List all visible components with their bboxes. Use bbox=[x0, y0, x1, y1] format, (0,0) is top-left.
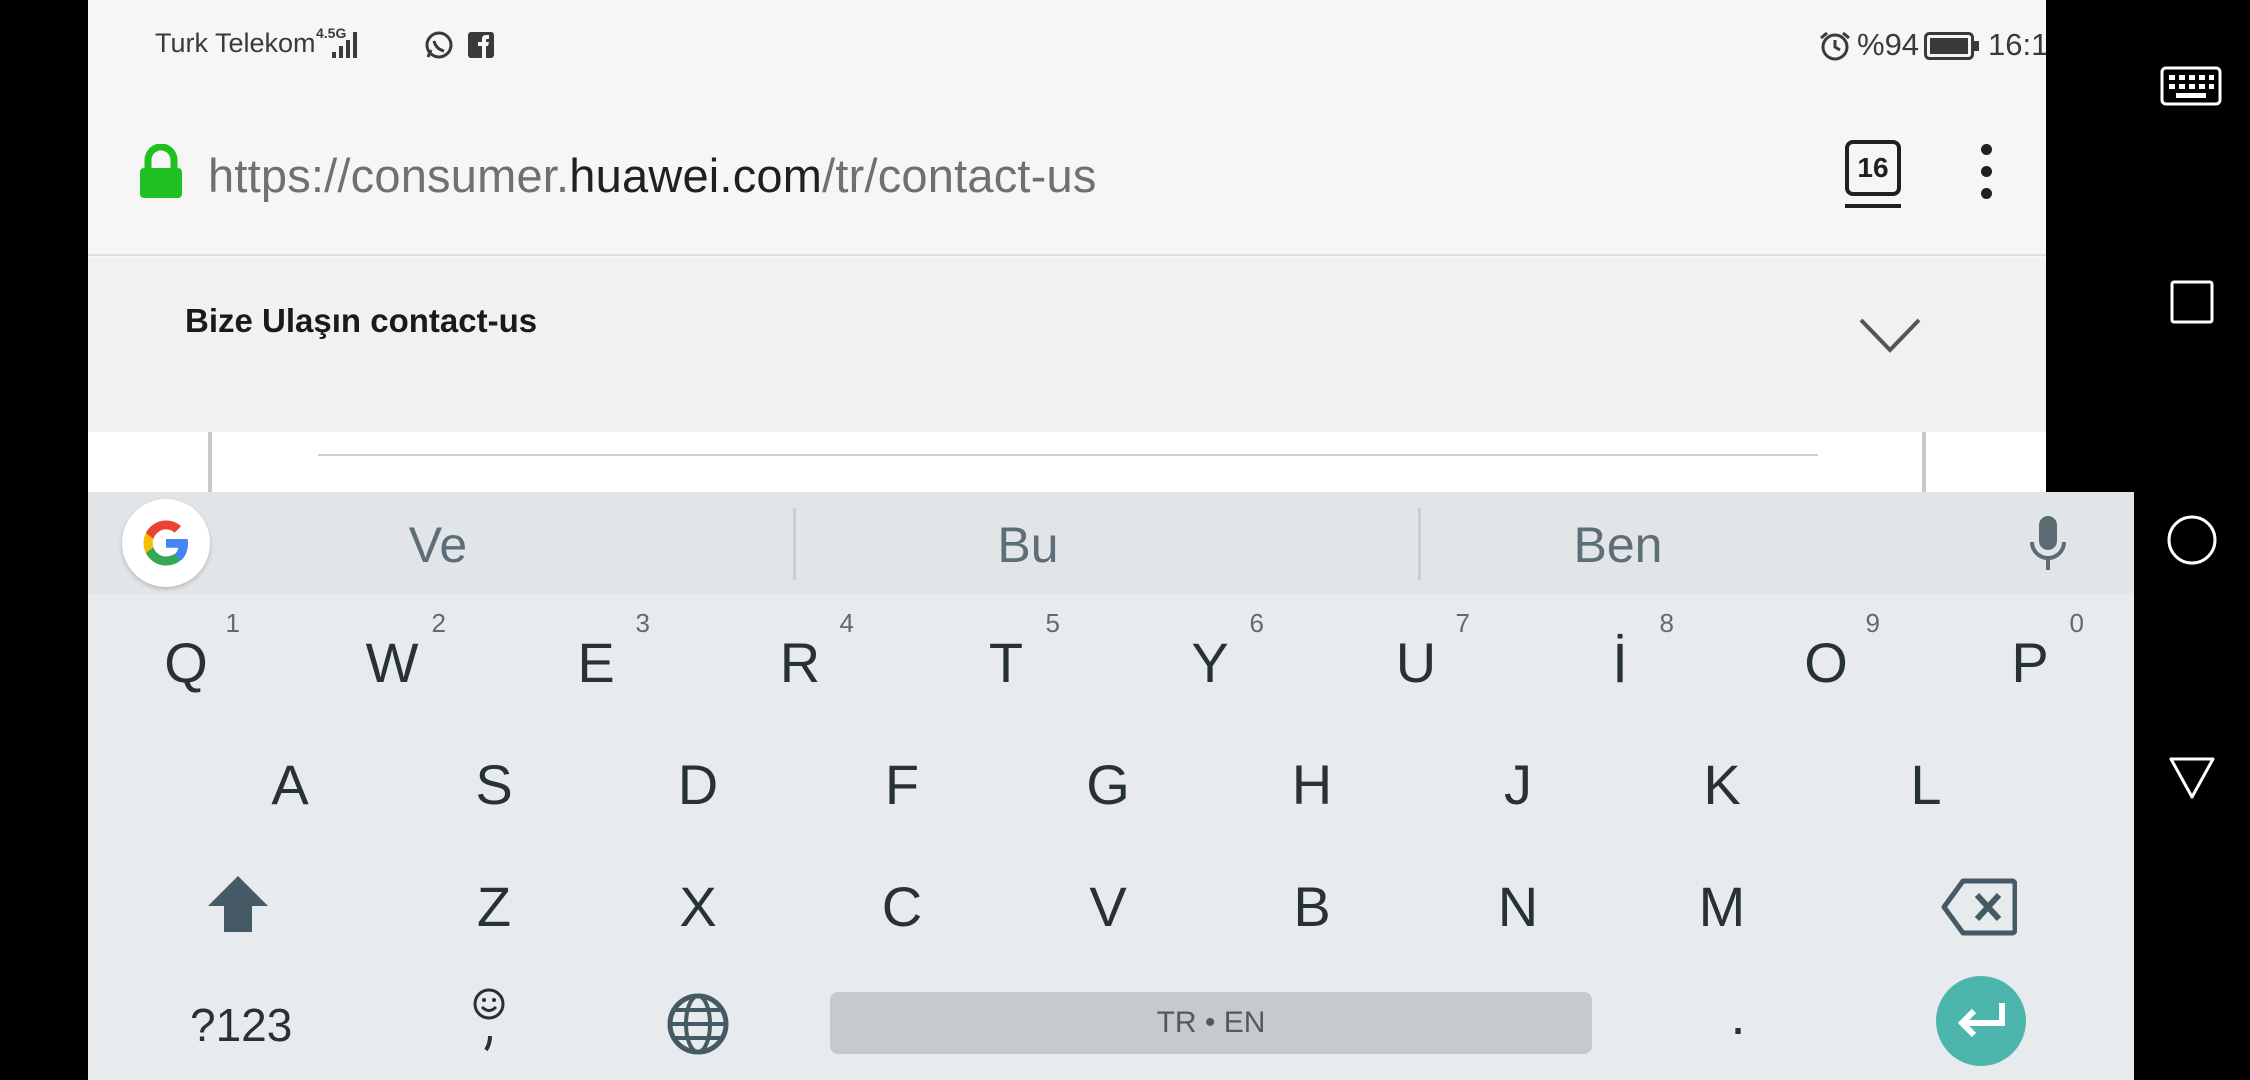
key-h[interactable]: H bbox=[1252, 752, 1372, 817]
key-hint: 3 bbox=[635, 608, 650, 638]
key-label: P bbox=[2011, 631, 2049, 694]
key-label: W bbox=[365, 631, 419, 694]
key-hint: 1 bbox=[225, 608, 240, 638]
signal-icon bbox=[332, 32, 357, 58]
content-card bbox=[208, 432, 1926, 492]
key-p[interactable]: P0 bbox=[1970, 608, 2090, 695]
suggestion-divider bbox=[793, 508, 796, 580]
key-label: E bbox=[577, 631, 615, 694]
facebook-icon bbox=[468, 32, 494, 58]
key-f[interactable]: F bbox=[842, 752, 962, 817]
emoji-comma-icon[interactable] bbox=[472, 988, 506, 1052]
period-key[interactable]: . bbox=[1708, 982, 1768, 1047]
key-u[interactable]: U7 bbox=[1356, 608, 1476, 695]
status-bar: Turk Telekom 4.5G %94 16:1 bbox=[88, 0, 2046, 92]
suggestion-2[interactable]: Bu bbox=[858, 516, 1198, 574]
key-v[interactable]: V bbox=[1048, 874, 1168, 939]
key-hint: 9 bbox=[1865, 608, 1880, 638]
navigation-bar bbox=[2134, 0, 2250, 1080]
keyboard-icon[interactable] bbox=[2160, 66, 2222, 110]
key-label: Y bbox=[1191, 631, 1229, 694]
page-title: Bize Ulaşın contact-us bbox=[185, 302, 538, 339]
clock: 16:1 bbox=[1988, 27, 2046, 62]
key-d[interactable]: D bbox=[638, 752, 758, 817]
key-z[interactable]: Z bbox=[434, 874, 554, 939]
key-q[interactable]: Q1 bbox=[126, 608, 246, 695]
key-e[interactable]: E3 bbox=[536, 608, 656, 695]
key-c[interactable]: C bbox=[842, 874, 962, 939]
key-hint: 4 bbox=[839, 608, 854, 638]
content-divider bbox=[318, 454, 1818, 456]
key-l[interactable]: L bbox=[1866, 752, 1986, 817]
key-i-dotted[interactable]: İ8 bbox=[1560, 608, 1680, 695]
key-s[interactable]: S bbox=[434, 752, 554, 817]
key-n[interactable]: N bbox=[1458, 874, 1578, 939]
key-label: Q bbox=[164, 631, 208, 694]
symbols-key[interactable]: ?123 bbox=[190, 998, 292, 1052]
suggestion-bar: Ve Bu Ben bbox=[88, 492, 2134, 594]
google-g-icon bbox=[143, 520, 188, 566]
url-path: /tr/contact-us bbox=[822, 149, 1097, 202]
more-options-icon[interactable] bbox=[1976, 144, 1996, 200]
battery-icon bbox=[1924, 32, 1979, 60]
back-icon[interactable] bbox=[2168, 756, 2216, 800]
enter-icon bbox=[1957, 1003, 2005, 1038]
key-hint: 0 bbox=[2069, 608, 2084, 638]
suggestion-3[interactable]: Ben bbox=[1448, 516, 1788, 574]
browser-window: Turk Telekom 4.5G %94 16:1 https://consu… bbox=[88, 0, 2046, 492]
key-g[interactable]: G bbox=[1048, 752, 1168, 817]
url-text[interactable]: https://consumer.huawei.com/tr/contact-u… bbox=[208, 148, 1097, 203]
home-icon[interactable] bbox=[2166, 514, 2218, 566]
enter-button[interactable] bbox=[1936, 976, 2026, 1066]
key-hint: 2 bbox=[431, 608, 446, 638]
key-hint: 8 bbox=[1659, 608, 1674, 638]
chevron-down-icon[interactable] bbox=[1858, 316, 1922, 356]
suggestion-divider bbox=[1418, 508, 1421, 580]
microphone-icon[interactable] bbox=[2028, 514, 2068, 574]
whatsapp-icon bbox=[425, 31, 453, 59]
backspace-icon[interactable] bbox=[1941, 878, 2017, 936]
battery-percentage: %94 bbox=[1857, 27, 1920, 62]
onscreen-keyboard: Ve Bu Ben Q1 W2 E3 R4 T5 Y6 U7 İ8 O9 P0 … bbox=[88, 492, 2134, 1080]
key-j[interactable]: J bbox=[1458, 752, 1578, 817]
key-o[interactable]: O9 bbox=[1766, 608, 1886, 695]
url-bar[interactable]: https://consumer.huawei.com/tr/contact-u… bbox=[88, 92, 2046, 256]
page-content bbox=[88, 432, 2046, 492]
alarm-icon bbox=[1820, 31, 1850, 61]
key-label: O bbox=[1804, 631, 1848, 694]
key-label: R bbox=[779, 631, 821, 694]
url-prefix: https://consumer. bbox=[208, 149, 570, 202]
tab-switcher-button[interactable]: 16 bbox=[1845, 140, 1901, 196]
key-r[interactable]: R4 bbox=[740, 608, 860, 695]
key-a[interactable]: A bbox=[230, 752, 350, 817]
key-label: İ bbox=[1612, 631, 1628, 694]
page-section-header[interactable]: Bize Ulaşın contact-us bbox=[88, 258, 2046, 432]
carrier-name: Turk Telekom bbox=[155, 28, 316, 58]
space-bar[interactable]: TR • EN bbox=[830, 992, 1592, 1054]
shift-icon[interactable] bbox=[206, 874, 270, 934]
left-black-bar bbox=[0, 0, 88, 1080]
url-host: huawei.com bbox=[569, 149, 823, 202]
lock-icon bbox=[140, 144, 182, 198]
tab-switcher-underline bbox=[1845, 204, 1901, 208]
recent-apps-icon[interactable] bbox=[2170, 280, 2214, 324]
key-hint: 5 bbox=[1045, 608, 1060, 638]
key-b[interactable]: B bbox=[1252, 874, 1372, 939]
key-k[interactable]: K bbox=[1662, 752, 1782, 817]
key-w[interactable]: W2 bbox=[332, 608, 452, 695]
globe-icon[interactable] bbox=[666, 992, 730, 1056]
key-t[interactable]: T5 bbox=[946, 608, 1066, 695]
google-search-button[interactable] bbox=[122, 499, 210, 587]
suggestion-1[interactable]: Ve bbox=[268, 516, 608, 574]
key-label: U bbox=[1395, 631, 1437, 694]
key-x[interactable]: X bbox=[638, 874, 758, 939]
key-m[interactable]: M bbox=[1662, 874, 1782, 939]
key-hint: 6 bbox=[1249, 608, 1264, 638]
key-hint: 7 bbox=[1455, 608, 1470, 638]
key-label: T bbox=[988, 631, 1024, 694]
key-y[interactable]: Y6 bbox=[1150, 608, 1270, 695]
